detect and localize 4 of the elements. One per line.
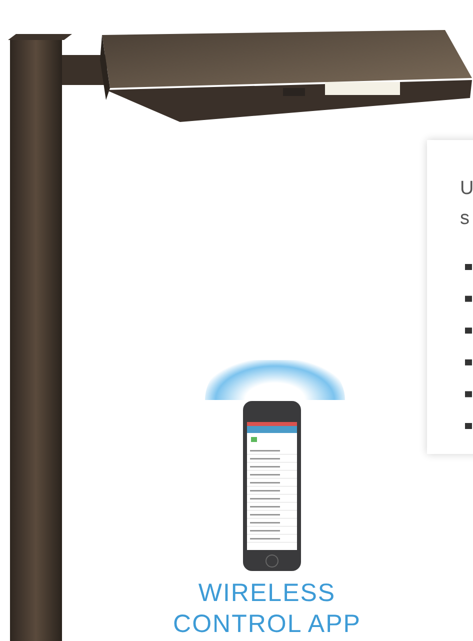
card-text: U [460, 177, 473, 201]
card-text: s [460, 207, 470, 231]
caption-text: CONTROL APP [173, 609, 361, 640]
caption-text: WIRELESS [198, 578, 336, 609]
